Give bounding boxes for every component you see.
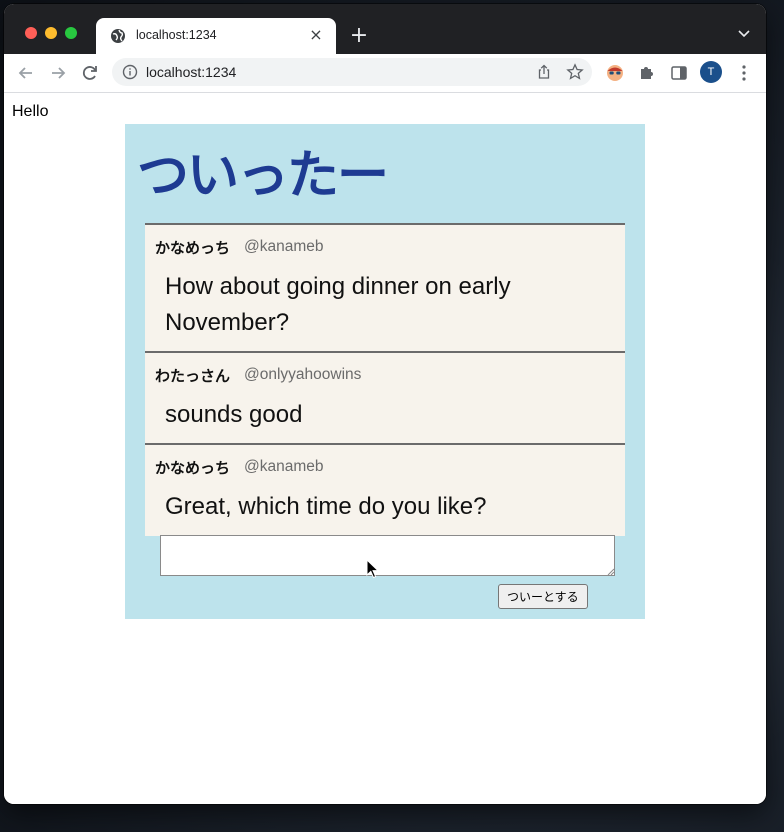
minimize-window-button[interactable] xyxy=(45,27,57,39)
hello-text: Hello xyxy=(12,103,49,120)
tweet-author-name: かなめっち xyxy=(155,459,231,477)
forward-arrow-icon[interactable] xyxy=(48,63,68,83)
tweet-author-handle: @kanameb xyxy=(244,238,324,255)
tweet-item: わたっさん @onlyyahoowins sounds good xyxy=(145,351,625,445)
tab-strip: localhost:1234 × + xyxy=(4,4,766,54)
back-arrow-icon[interactable] xyxy=(16,63,36,83)
side-panel-icon[interactable] xyxy=(670,64,688,82)
tweet-author-name: わたっさん xyxy=(155,367,231,385)
mouse-cursor-icon xyxy=(366,559,380,579)
tweet-timeline[interactable]: かなめっち @kanameb How about going dinner on… xyxy=(145,223,625,536)
tweet-item: かなめっち @kanameb Great, which time do you … xyxy=(145,443,625,536)
extensions-puzzle-icon[interactable] xyxy=(638,64,656,82)
submit-tweet-button[interactable]: ついーとする xyxy=(498,584,588,609)
globe-icon xyxy=(111,29,125,43)
more-menu-icon[interactable] xyxy=(738,64,750,82)
tweet-author-handle: @onlyyahoowins xyxy=(244,366,362,383)
page-viewport: Hello ついったー かなめっち @kanameb How about goi… xyxy=(4,93,766,804)
app-title: ついったー xyxy=(137,145,389,206)
close-window-button[interactable] xyxy=(25,27,37,39)
tweet-item: かなめっち @kanameb How about going dinner on… xyxy=(145,223,625,353)
new-tab-button[interactable]: + xyxy=(349,25,369,47)
profile-avatar[interactable]: T xyxy=(700,61,722,83)
tab-close-icon[interactable]: × xyxy=(306,25,326,45)
tweet-text: sounds good xyxy=(165,401,303,428)
share-icon[interactable] xyxy=(536,64,552,80)
url-text[interactable]: localhost:1234 xyxy=(146,64,236,80)
tweet-author-handle: @kanameb xyxy=(244,458,324,475)
compose-textarea[interactable] xyxy=(160,535,615,576)
info-icon[interactable] xyxy=(122,64,138,80)
browser-window: localhost:1234 × + localhost:1234 T Hell… xyxy=(4,4,766,804)
extension-avatar-icon[interactable] xyxy=(606,64,624,82)
chevron-down-icon[interactable] xyxy=(738,30,750,38)
address-bar[interactable]: localhost:1234 xyxy=(112,58,592,86)
tab-title: localhost:1234 xyxy=(136,28,217,42)
reload-icon[interactable] xyxy=(80,63,100,83)
bookmark-star-icon[interactable] xyxy=(566,63,584,81)
twitter-clone-app: ついったー かなめっち @kanameb How about going din… xyxy=(125,124,645,619)
browser-toolbar: localhost:1234 T xyxy=(4,54,766,93)
browser-tab[interactable]: localhost:1234 × xyxy=(96,18,336,54)
resize-grip-icon[interactable] xyxy=(607,568,615,576)
maximize-window-button[interactable] xyxy=(65,27,77,39)
tweet-text: How about going dinner on early November… xyxy=(165,273,511,336)
tweet-author-name: かなめっち xyxy=(155,239,231,257)
tweet-text: Great, which time do you like? xyxy=(165,493,487,520)
